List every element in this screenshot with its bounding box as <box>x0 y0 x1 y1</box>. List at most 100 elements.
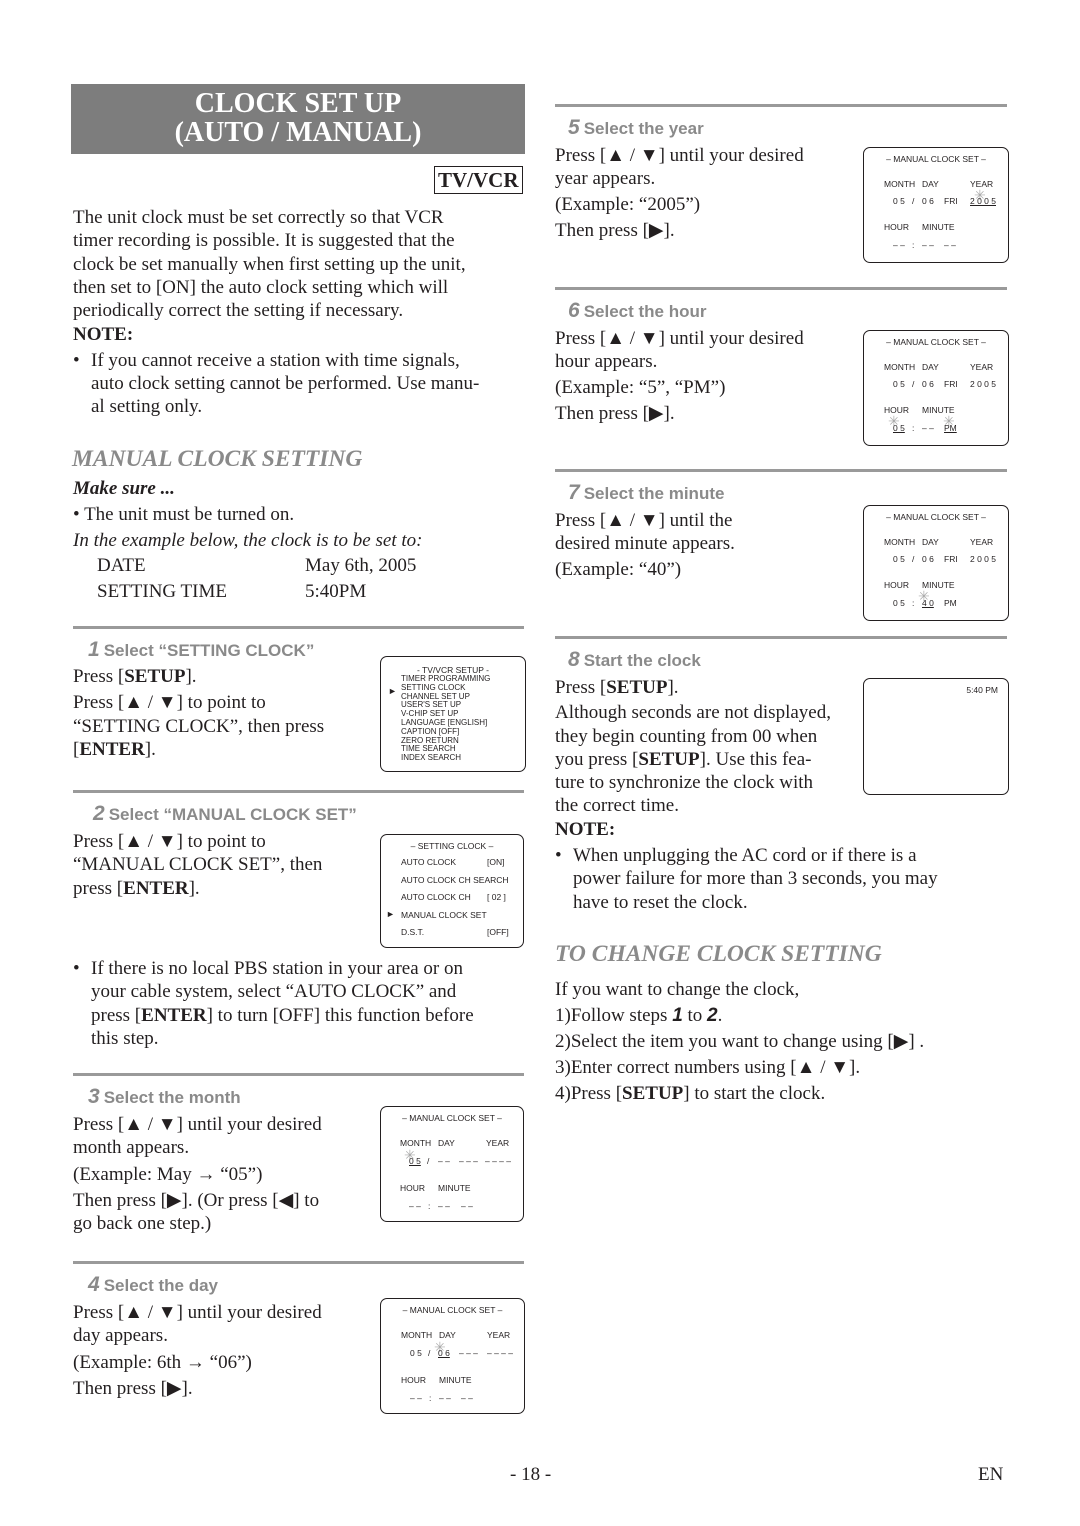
step-number: 3 <box>88 1085 100 1108</box>
minute-value: – – <box>922 240 934 250</box>
month-value: 0 5 <box>893 196 905 206</box>
weekday-value: FRI <box>944 196 958 206</box>
step-title: Select the minute <box>583 484 725 503</box>
weekday-value: FRI <box>944 554 958 564</box>
minute-label: MINUTE <box>922 222 955 232</box>
divider <box>73 626 524 629</box>
dst-value: [OFF] <box>487 927 509 937</box>
month-value: 0 5 <box>410 1348 422 1358</box>
step-8-heading: 8 Start the clock <box>568 648 701 672</box>
change-intro: If you want to change the clock, <box>555 979 800 1000</box>
intro-paragraph: The unit clock must be set correctly so … <box>73 206 533 419</box>
step-3-text: Press [▲ / ▼] until your desired month a… <box>73 1113 322 1235</box>
page-title-banner: CLOCK SET UP (AUTO / MANUAL) <box>71 84 525 154</box>
menu-item-dst[interactable]: D.S.T. <box>401 927 424 937</box>
year-label: YEAR <box>970 537 994 547</box>
step-6-text: Press [▲ / ▼] until your desired hour ap… <box>555 327 804 425</box>
screen-title: – MANUAL CLOCK SET – <box>402 1113 502 1123</box>
day-value: 0 6 <box>922 554 934 564</box>
step-line: the correct time. <box>555 795 679 817</box>
month-value: 0 5 <box>893 379 905 389</box>
step-line: Then press [▶]. <box>555 402 675 424</box>
step-5-heading: 5 Select the year <box>568 116 704 140</box>
step-1-heading: 1 Select “SETTING CLOCK” <box>88 638 314 662</box>
step-line: Then press [▶]. (Or press [◀] to <box>73 1189 320 1211</box>
minute-value: – – <box>438 1201 450 1211</box>
date-separator: / <box>428 1348 431 1358</box>
divider <box>555 287 1007 290</box>
year-value: 2 0 0 5 <box>970 196 996 206</box>
time-value: 5:40PM <box>305 581 367 602</box>
divider <box>555 636 1007 639</box>
step-line: Then press [▶]. <box>555 219 675 241</box>
screen-title: – MANUAL CLOCK SET – <box>886 512 986 522</box>
intro-line: timer recording is possible. It is sugge… <box>73 230 455 252</box>
step-title: Select the year <box>583 119 704 138</box>
bullet-line: press [ENTER] to turn [OFF] this functio… <box>91 1004 474 1026</box>
step-7-heading: 7 Select the minute <box>568 481 724 505</box>
minute-label: MINUTE <box>438 1183 471 1193</box>
year-value: – – – – <box>487 1348 513 1358</box>
step-title: Select the hour <box>583 302 707 321</box>
step-line: Press [▲ / ▼] until your desired <box>73 1302 322 1323</box>
menu-item-auto-clock-ch[interactable]: AUTO CLOCK CH <box>401 892 471 902</box>
intro-line: clock be set manually when first setting… <box>73 253 466 275</box>
change-item: 3)Enter correct numbers using [▲ / ▼]. <box>555 1057 861 1078</box>
step-line: month appears. <box>73 1137 190 1159</box>
hour-value: 0 5 <box>893 423 905 433</box>
step-line: (Example: “5”, “PM”) <box>555 376 726 398</box>
time-label: SETTING TIME <box>97 581 227 602</box>
date-label: DATE <box>97 555 146 576</box>
bullet-line: If there is no local PBS station in your… <box>91 958 464 979</box>
day-label: DAY <box>922 362 939 372</box>
step-6-heading: 6 Select the hour <box>568 299 707 323</box>
month-value: 0 5 <box>893 554 905 564</box>
make-sure-bullet: • The unit must be turned on. <box>73 504 295 525</box>
time-separator: : <box>428 1201 431 1211</box>
menu-item-index-search[interactable]: INDEX SEARCH <box>401 753 490 763</box>
ampm-value: – – <box>944 240 956 250</box>
step-line: press [ENTER]. <box>73 877 200 899</box>
month-label: MONTH <box>884 179 916 189</box>
screen-title: – MANUAL CLOCK SET – <box>886 154 986 164</box>
pbs-bullet: • If there is no local PBS station in yo… <box>73 957 541 1050</box>
menu-item-auto-clock[interactable]: AUTO CLOCK <box>401 857 456 867</box>
ampm-value: – – <box>461 1393 473 1403</box>
manual-clock-set-screen-year: – MANUAL CLOCK SET – MONTH DAY YEAR ✳ 0 … <box>863 147 1009 263</box>
date-separator: / <box>912 379 915 389</box>
page-number: - 18 - <box>510 1464 552 1485</box>
page-title-line1: CLOCK SET UP <box>194 88 402 119</box>
selection-arrow-icon: ► <box>388 686 397 696</box>
screen-title: – SETTING CLOCK – <box>410 841 494 851</box>
note-line: When unplugging the AC cord or if there … <box>573 845 917 867</box>
example-intro: In the example below, the clock is to be… <box>73 530 423 551</box>
step-2-heading: 2 Select “MANUAL CLOCK SET” <box>93 802 357 826</box>
language-code: EN <box>978 1464 1004 1485</box>
step-1-text: Press [SETUP]. Press [▲ / ▼] to point to… <box>73 665 324 761</box>
hour-value: – – <box>893 240 905 250</box>
hour-label: HOUR <box>884 580 910 590</box>
year-value: 2 0 0 5 <box>970 379 996 389</box>
step-line: (Example: May → “05”) <box>73 1163 263 1185</box>
step-title: Select “SETTING CLOCK” <box>103 641 315 660</box>
manual-clock-setting-heading: MANUAL CLOCK SETTING <box>72 446 363 472</box>
divider <box>555 469 1007 472</box>
divider <box>555 104 1007 107</box>
make-sure-text: The unit must be turned on. <box>84 504 295 525</box>
manual-clock-set-screen-day: – MANUAL CLOCK SET – MONTH DAY YEAR ✳ 0 … <box>380 1298 525 1414</box>
month-label: MONTH <box>884 537 916 547</box>
time-separator: : <box>912 598 915 608</box>
note-label: NOTE: <box>555 818 616 840</box>
note-line: auto clock setting cannot be performed. … <box>91 373 480 395</box>
menu-item-auto-clock-ch-search[interactable]: AUTO CLOCK CH SEARCH <box>401 875 509 885</box>
note-bullet: • If you cannot receive a station with t… <box>73 349 533 419</box>
step-3-heading: 3 Select the month <box>88 1085 241 1109</box>
date-separator: / <box>912 196 915 206</box>
menu-list: TIMER PROGRAMMING SETTING CLOCK CHANNEL … <box>401 674 490 763</box>
step-4-heading: 4 Select the day <box>88 1273 218 1297</box>
step-title: Select the day <box>103 1276 219 1295</box>
clock-time: 5:40 PM <box>966 685 998 695</box>
auto-clock-ch-value: [ 02 ] <box>487 892 506 902</box>
menu-item-manual-clock-set[interactable]: MANUAL CLOCK SET <box>401 910 487 920</box>
time-separator: : <box>429 1393 432 1403</box>
